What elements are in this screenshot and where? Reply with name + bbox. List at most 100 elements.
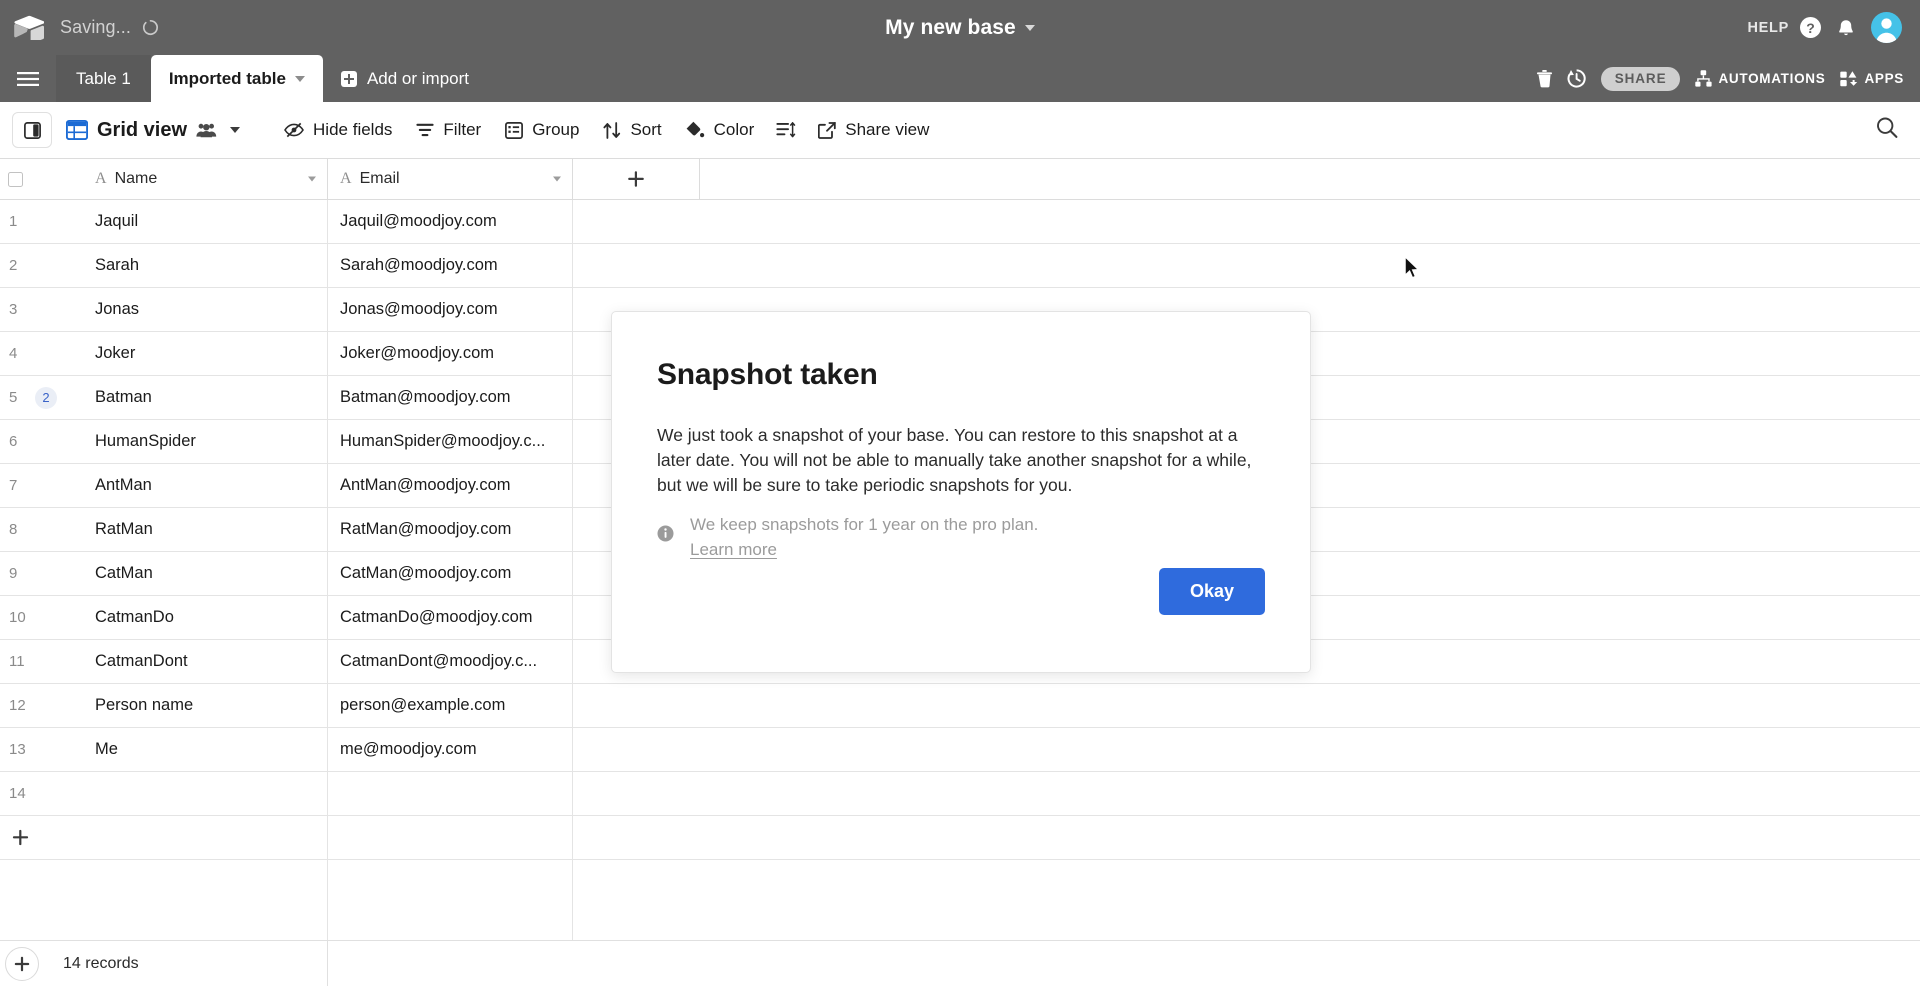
page-title[interactable]: My new base (885, 16, 1016, 40)
row-number: 4 (9, 345, 18, 362)
row-number: 8 (9, 521, 18, 538)
learn-more-link[interactable]: Learn more (690, 540, 777, 559)
dialog-body-text: We just took a snapshot of your base. Yo… (657, 425, 1252, 495)
filter-button[interactable]: Filter (404, 112, 493, 148)
base-chevron-down-icon[interactable] (1024, 24, 1035, 31)
share-button[interactable]: SHARE (1600, 66, 1681, 91)
cell-email[interactable]: Joker@moodjoy.com (328, 332, 573, 375)
row-number: 2 (9, 257, 18, 274)
cell-email[interactable]: Sarah@moodjoy.com (328, 244, 573, 287)
tab-chevron-down-icon[interactable] (294, 75, 305, 82)
help-button[interactable]: HELP (1748, 20, 1789, 36)
cell-email[interactable]: person@example.com (328, 684, 573, 727)
cell-email[interactable]: CatmanDo@moodjoy.com (328, 596, 573, 639)
grid-header-row: A Name A Email (0, 159, 1920, 200)
column-header-email[interactable]: A Email (328, 159, 573, 199)
comment-count-badge[interactable]: 2 (35, 386, 57, 409)
cell-email[interactable]: Batman@moodjoy.com (328, 376, 573, 419)
row-number: 11 (9, 653, 25, 670)
search-icon[interactable] (1876, 117, 1898, 144)
row-number-cell: 8 (0, 508, 83, 551)
view-chevron-down-icon[interactable] (230, 127, 241, 133)
cell-name[interactable]: Joker (83, 332, 328, 375)
avatar[interactable] (1871, 12, 1902, 43)
cell-name[interactable]: CatmanDont (83, 640, 328, 683)
cell-name[interactable]: Jaquil (83, 200, 328, 243)
cell-name[interactable]: CatMan (83, 552, 328, 595)
add-column-button[interactable] (573, 159, 700, 199)
bell-icon[interactable] (1835, 17, 1857, 39)
add-row-name-cell[interactable] (83, 816, 328, 859)
cell-name[interactable]: Me (83, 728, 328, 771)
cell-name[interactable]: Batman (83, 376, 328, 419)
record-count-label: 14 records (63, 954, 139, 972)
tab-imported-table[interactable]: Imported table (150, 55, 323, 102)
saving-status: Saving... (60, 17, 131, 37)
grid-footer: 14 records (0, 940, 1920, 986)
cell-name[interactable]: Sarah (83, 244, 328, 287)
row-number-cell: 14 (0, 772, 83, 815)
cell-email[interactable]: HumanSpider@moodjoy.c... (328, 420, 573, 463)
cell-email[interactable]: CatmanDont@moodjoy.c... (328, 640, 573, 683)
row-number-cell: 6 (0, 420, 83, 463)
hamburger-menu-icon[interactable] (0, 55, 56, 102)
sort-button[interactable]: Sort (591, 112, 673, 148)
trash-icon[interactable] (1536, 69, 1552, 88)
cell-email[interactable]: me@moodjoy.com (328, 728, 573, 771)
history-clock-icon[interactable] (1567, 69, 1586, 88)
cell-email[interactable]: Jonas@moodjoy.com (328, 288, 573, 331)
cell-name[interactable]: HumanSpider (83, 420, 328, 463)
cell-name[interactable] (83, 772, 328, 815)
automations-button[interactable]: AUTOMATIONS (1695, 70, 1825, 87)
color-button[interactable]: Color (674, 112, 767, 148)
top-bar: Saving... My new base HELP ? (0, 0, 1920, 55)
question-circle-icon[interactable]: ? (1800, 17, 1821, 38)
select-all-checkbox[interactable] (0, 159, 83, 199)
row-number: 13 (9, 741, 26, 758)
airtable-logo-icon[interactable] (0, 0, 58, 55)
plus-icon (14, 956, 30, 971)
column-header-name[interactable]: A Name (83, 159, 328, 199)
cell-email[interactable]: AntMan@moodjoy.com (328, 464, 573, 507)
table-row[interactable]: 13 Me me@moodjoy.com (0, 728, 1920, 772)
cell-email[interactable]: CatMan@moodjoy.com (328, 552, 573, 595)
row-height-icon[interactable] (766, 112, 806, 148)
apps-icon (1840, 70, 1858, 87)
hide-fields-icon (284, 122, 304, 138)
snapshot-retention-text: We keep snapshots for 1 year on the pro … (690, 515, 1039, 534)
column-chevron-down-icon[interactable] (553, 176, 561, 182)
view-toolbar: Grid view Hide fields Filter Group Sort … (0, 102, 1920, 159)
column-chevron-down-icon[interactable] (308, 176, 316, 182)
apps-button[interactable]: APPS (1840, 70, 1904, 87)
cell-email[interactable]: Jaquil@moodjoy.com (328, 200, 573, 243)
add-row-email-cell[interactable] (328, 816, 573, 859)
group-button[interactable]: Group (493, 112, 591, 148)
cell-name[interactable]: CatmanDo (83, 596, 328, 639)
okay-button[interactable]: Okay (1158, 568, 1265, 615)
cell-email[interactable] (328, 772, 573, 815)
table-row[interactable]: 2 Sarah Sarah@moodjoy.com (0, 244, 1920, 288)
cell-email[interactable]: RatMan@moodjoy.com (328, 508, 573, 551)
add-or-import-button[interactable]: Add or import (323, 55, 487, 102)
row-number-cell: 2 (0, 244, 83, 287)
airtable-app: Saving... My new base HELP ? Table 1 Imp… (0, 0, 1920, 986)
add-record-button[interactable] (5, 946, 39, 981)
cell-name[interactable]: Person name (83, 684, 328, 727)
cell-name[interactable]: AntMan (83, 464, 328, 507)
info-circle-icon (657, 525, 674, 542)
base-title-group: My new base (0, 0, 1920, 55)
dialog-note: We keep snapshots for 1 year on the pro … (657, 512, 1038, 562)
cell-name[interactable]: Jonas (83, 288, 328, 331)
add-row-plus[interactable] (0, 816, 83, 859)
grid-view-selector[interactable]: Grid view (66, 119, 241, 142)
add-row-button[interactable] (0, 816, 1920, 860)
hide-fields-button[interactable]: Hide fields (272, 112, 404, 148)
share-view-button[interactable]: Share view (806, 112, 941, 148)
sidebar-toggle-icon[interactable] (12, 112, 52, 148)
table-row[interactable]: 12 Person name person@example.com (0, 684, 1920, 728)
table-row[interactable]: 14 (0, 772, 1920, 816)
row-number: 7 (9, 477, 18, 494)
tab-table-1[interactable]: Table 1 (56, 55, 151, 102)
cell-name[interactable]: RatMan (83, 508, 328, 551)
table-row[interactable]: 1 Jaquil Jaquil@moodjoy.com (0, 200, 1920, 244)
